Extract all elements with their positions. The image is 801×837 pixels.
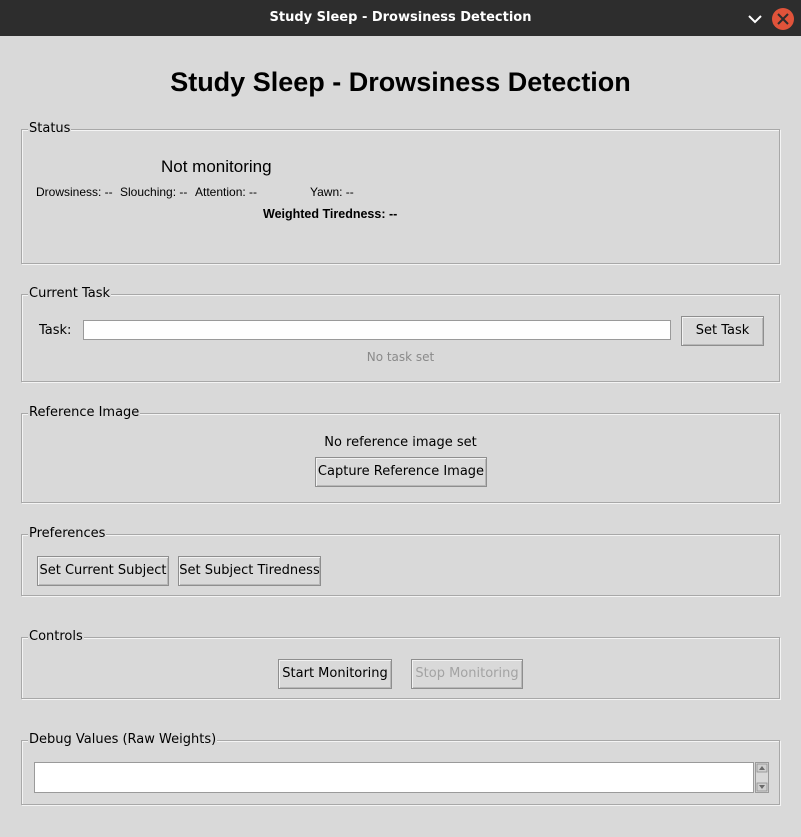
attention-value: Attention: -- bbox=[195, 185, 258, 199]
stop-monitoring-button: Stop Monitoring bbox=[411, 659, 523, 689]
set-subject-tiredness-button[interactable]: Set Subject Tiredness bbox=[178, 556, 321, 586]
chevron-down-icon[interactable] bbox=[746, 11, 764, 25]
current-task-frame: Current Task Task: Set Task No task set bbox=[21, 286, 780, 382]
task-info: No task set bbox=[366, 350, 435, 364]
status-frame: Status Not monitoring Drowsiness: -- Slo… bbox=[21, 121, 780, 264]
preferences-legend: Preferences bbox=[28, 526, 107, 542]
capture-reference-button[interactable]: Capture Reference Image bbox=[315, 457, 487, 487]
set-current-subject-button[interactable]: Set Current Subject bbox=[37, 556, 169, 586]
debug-legend: Debug Values (Raw Weights) bbox=[28, 732, 218, 748]
set-task-button[interactable]: Set Task bbox=[681, 316, 764, 346]
status-legend: Status bbox=[28, 121, 72, 137]
window-title: Study Sleep - Drowsiness Detection bbox=[269, 10, 532, 25]
reference-image-info: No reference image set bbox=[324, 435, 477, 450]
debug-scrollbar[interactable] bbox=[755, 762, 769, 793]
reference-image-frame: Reference Image No reference image set C… bbox=[21, 405, 780, 503]
debug-frame: Debug Values (Raw Weights) bbox=[21, 732, 780, 805]
slouching-value: Slouching: -- bbox=[120, 185, 188, 199]
current-task-legend: Current Task bbox=[28, 286, 112, 302]
start-monitoring-button[interactable]: Start Monitoring bbox=[278, 659, 392, 689]
reference-image-legend: Reference Image bbox=[28, 405, 141, 421]
controls-legend: Controls bbox=[28, 629, 84, 645]
app-heading: Study Sleep - Drowsiness Detection bbox=[170, 67, 631, 97]
debug-textarea[interactable] bbox=[34, 762, 754, 793]
weighted-tiredness: Weighted Tiredness: -- bbox=[263, 207, 398, 221]
task-input[interactable] bbox=[83, 320, 671, 340]
task-label: Task: bbox=[39, 323, 72, 338]
close-icon[interactable] bbox=[772, 8, 794, 30]
controls-frame: Controls Start Monitoring Stop Monitorin… bbox=[21, 629, 780, 699]
yawn-value: Yawn: -- bbox=[310, 185, 354, 199]
window-titlebar: Study Sleep - Drowsiness Detection bbox=[0, 0, 801, 36]
preferences-frame: Preferences Set Current Subject Set Subj… bbox=[21, 526, 780, 596]
drowsiness-value: Drowsiness: -- bbox=[36, 185, 113, 199]
monitoring-status: Not monitoring bbox=[161, 157, 272, 176]
